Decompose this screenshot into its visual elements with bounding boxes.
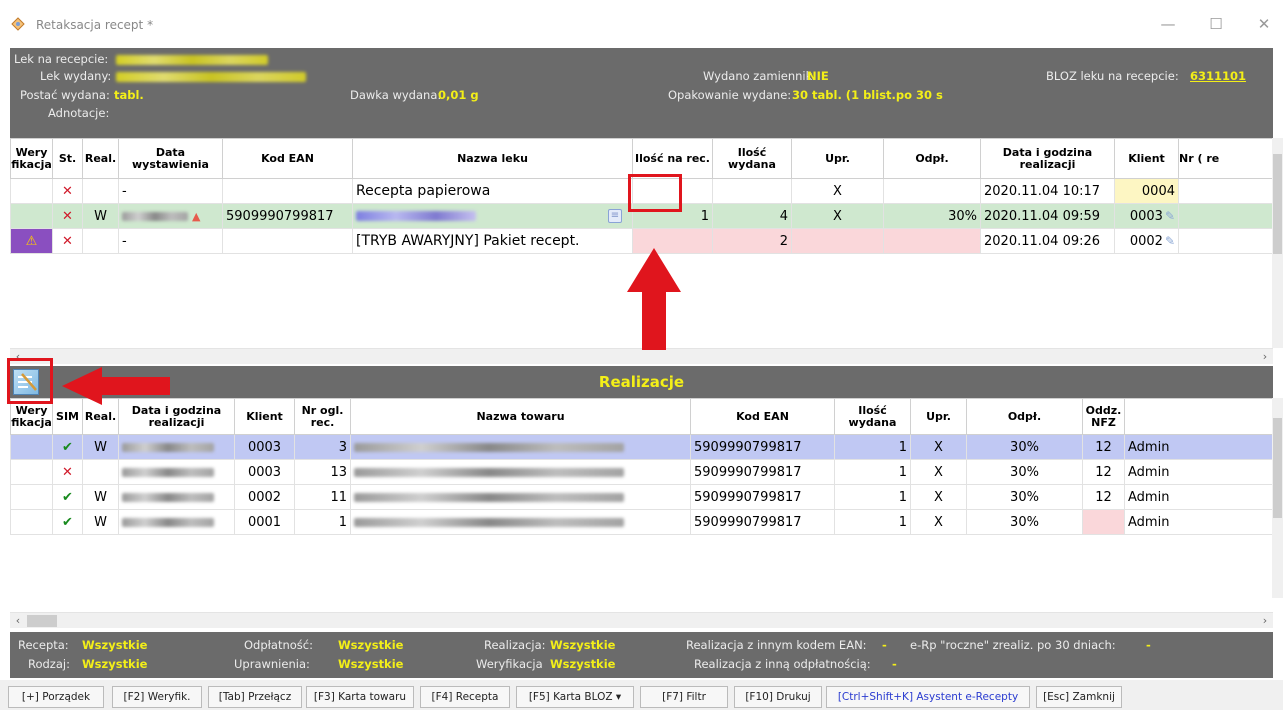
status-icon: ✕: [52, 203, 83, 229]
col-nazwa-leku[interactable]: Nazwa leku: [352, 138, 633, 179]
postac-value: tabl.: [114, 88, 144, 102]
col-kod-ean[interactable]: Kod EAN: [222, 138, 353, 179]
highlight-box-toggle: [7, 358, 53, 404]
scroll-right-icon[interactable]: ›: [1257, 349, 1273, 365]
grid1-vertical-scrollbar[interactable]: [1272, 138, 1283, 348]
porzadek-button[interactable]: [+] Porządek: [8, 686, 104, 708]
filter-uprawnienia-value[interactable]: Wszystkie: [338, 657, 403, 671]
arrow-left-annotation: [62, 367, 170, 405]
opakowanie-value: 30 tabl. (1 blist.po 30 s: [792, 88, 943, 102]
grid2-horizontal-scrollbar[interactable]: ‹ ›: [10, 612, 1273, 628]
grid2-header-row: Wery fikacja SIM Real. Data i godzina re…: [10, 398, 1273, 435]
highlight-box-note: [628, 174, 682, 212]
filter-realizacja-value[interactable]: Wszystkie: [550, 638, 615, 652]
table-row[interactable]: ✔ W 0002 11 5909990799817 1 X 30% 12 Adm…: [10, 484, 1273, 510]
table-row[interactable]: ✕ 0003 13 5909990799817 1 X 30% 12 Admin: [10, 459, 1273, 485]
weryfik-button[interactable]: [F2] Weryfik.: [112, 686, 202, 708]
col-nr-ogl-rec[interactable]: Nr ogl. rec.: [294, 398, 351, 435]
sim-icon: ✔: [52, 434, 83, 460]
lock-icon: ▲: [192, 209, 201, 223]
status-icon: ✕: [52, 228, 83, 254]
filter-rodzaj-value[interactable]: Wszystkie: [82, 657, 147, 671]
col-oddz-nfz[interactable]: Oddz. NFZ: [1082, 398, 1125, 435]
col-user[interactable]: [1124, 398, 1273, 435]
lek-na-recepcie-label: Lek na recepcie:: [14, 52, 109, 66]
karta-towaru-button[interactable]: [F3] Karta towaru: [306, 686, 414, 708]
table-row[interactable]: ✔ W 0001 1 5909990799817 1 X 30% Admin: [10, 509, 1273, 535]
realizacje-header: Realizacje: [10, 366, 1273, 398]
col-data-realizacji[interactable]: Data i godzina realizacji: [980, 138, 1115, 179]
sim-icon: ✔: [52, 509, 83, 535]
minimize-icon[interactable]: —: [1158, 14, 1178, 34]
grid2-vertical-scrollbar[interactable]: [1272, 398, 1283, 598]
scroll-right-icon[interactable]: ›: [1257, 613, 1273, 629]
sim-icon: ✔: [52, 484, 83, 510]
maximize-icon[interactable]: ☐: [1206, 14, 1226, 34]
function-button-bar: [+] Porządek [F2] Weryfik. [Tab] Przełąc…: [0, 680, 1283, 710]
app-icon: [11, 17, 25, 31]
col-odpl[interactable]: Odpł.: [966, 398, 1083, 435]
col-upr[interactable]: Upr.: [791, 138, 884, 179]
grid1-header-row: Wery fikacja St. Real. Data wystawienia …: [10, 138, 1273, 179]
lek-wydany-label: Lek wydany:: [40, 69, 112, 83]
zamknij-button[interactable]: [Esc] Zamknij: [1036, 686, 1122, 708]
bloz-value-link[interactable]: 6311101: [1190, 69, 1246, 83]
prescription-info-panel: Lek na recepcie: Lek wydany: Postać wyda…: [10, 48, 1273, 138]
zamiennik-value: NIE: [807, 69, 829, 83]
table-row[interactable]: ✔ W 0003 3 5909990799817 1 X 30% 12 Admi…: [10, 434, 1273, 460]
dawka-value: 0,01 g: [438, 88, 479, 102]
col-nazwa-towaru[interactable]: Nazwa towaru: [350, 398, 691, 435]
col-ilosc-wydana[interactable]: Ilość wydana: [712, 138, 792, 179]
col-upr[interactable]: Upr.: [910, 398, 967, 435]
status-icon: ✕: [52, 178, 83, 204]
scroll-left-icon[interactable]: ‹: [10, 613, 26, 629]
col-ilosc-na-rec[interactable]: Ilość na rec.: [632, 138, 713, 179]
realizacje-title: Realizacje: [598, 373, 685, 391]
col-real[interactable]: Real.: [82, 138, 119, 179]
recepta-button[interactable]: [F4] Recepta: [420, 686, 510, 708]
filter-recepta-value[interactable]: Wszystkie: [82, 638, 147, 652]
window-title: Retaksacja recept *: [36, 18, 154, 32]
lek-na-recepcie-value-redacted: [116, 55, 268, 65]
opakowanie-label: Opakowanie wydane:: [668, 88, 792, 102]
drug-name: [TRYB AWARYJNY] Pakiet recept.: [352, 228, 633, 254]
filter-weryfikacja-value[interactable]: Wszystkie: [550, 657, 615, 671]
warning-icon: ⚠: [25, 233, 38, 249]
filtr-button[interactable]: [F7] Filtr: [640, 686, 728, 708]
zamiennik-label: Wydano zamiennik:: [703, 69, 817, 83]
sim-icon: ✕: [52, 459, 83, 485]
realizations-grid[interactable]: Wery fikacja SIM Real. Data i godzina re…: [10, 398, 1273, 598]
col-nr-rec[interactable]: Nr ( re: [1178, 138, 1273, 179]
col-data-wystawienia[interactable]: Data wystawienia: [118, 138, 223, 179]
note-icon[interactable]: ≡: [608, 209, 622, 223]
filter-odplatnosc-value[interactable]: Wszystkie: [338, 638, 403, 652]
drug-name: Recepta papierowa: [352, 178, 633, 204]
attachment-icon[interactable]: ✎: [1165, 209, 1175, 223]
karta-bloz-button[interactable]: [F5] Karta BLOZ ▾: [516, 686, 634, 708]
col-ilosc-wydana[interactable]: Ilość wydana: [834, 398, 911, 435]
filters-panel: Recepta: Wszystkie Rodzaj: Wszystkie Odp…: [10, 632, 1273, 678]
bloz-label: BLOZ leku na recepcie:: [1046, 69, 1179, 83]
adnotacje-label: Adnotacje:: [48, 106, 110, 120]
dawka-label: Dawka wydana:: [350, 88, 442, 102]
lek-wydany-value-redacted: [116, 72, 306, 82]
drukuj-button[interactable]: [F10] Drukuj: [734, 686, 822, 708]
title-bar: Retaksacja recept * — ☐ ✕: [0, 0, 1283, 48]
col-kod-ean[interactable]: Kod EAN: [690, 398, 835, 435]
col-odpl[interactable]: Odpł.: [883, 138, 981, 179]
asystent-e-recepty-button[interactable]: [Ctrl+Shift+K] Asystent e-Recepty: [826, 686, 1030, 708]
close-icon[interactable]: ✕: [1254, 14, 1274, 34]
col-klient[interactable]: Klient: [1114, 138, 1179, 179]
col-weryfikacja[interactable]: Wery fikacja: [10, 138, 53, 179]
postac-label: Postać wydana:: [20, 88, 110, 102]
arrow-up-annotation: [627, 248, 681, 350]
col-status[interactable]: St.: [52, 138, 83, 179]
drug-name-cell[interactable]: ≡: [352, 203, 633, 229]
col-klient[interactable]: Klient: [234, 398, 295, 435]
przelacz-button[interactable]: [Tab] Przełącz: [208, 686, 302, 708]
issue-date-redacted: ▲: [118, 203, 223, 229]
attachment-icon[interactable]: ✎: [1165, 234, 1175, 248]
